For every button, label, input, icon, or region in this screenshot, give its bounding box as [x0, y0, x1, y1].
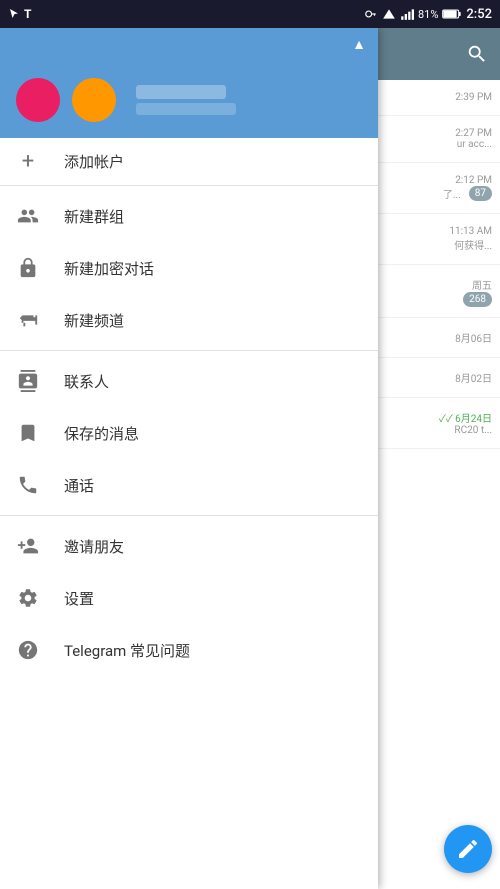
t-icon: T	[24, 7, 31, 21]
chat-time: 11:13 AM	[449, 226, 492, 237]
unread-badge: 268	[463, 292, 492, 307]
new-channel-label: 新建频道	[64, 310, 124, 331]
signal-icon	[382, 8, 396, 20]
chat-preview: 何获得...	[449, 237, 492, 252]
status-left: T	[8, 7, 31, 21]
unread-badge: 87	[469, 186, 492, 201]
contacts-icon	[16, 369, 40, 393]
drawer-menu: 新建群组 新建加密对话 新建频道	[0, 186, 378, 889]
menu-item-new-group[interactable]: 新建群组	[0, 190, 378, 242]
faq-label: Telegram 常见问题	[64, 640, 190, 661]
add-icon: +	[16, 150, 40, 174]
chat-preview: ur acc...	[455, 139, 492, 150]
account-phone	[136, 103, 236, 115]
add-account-label: 添加帐户	[64, 151, 124, 172]
add-account-item[interactable]: + 添加帐户	[0, 138, 378, 186]
chat-time: 8月02日	[455, 370, 492, 385]
account-avatar-1[interactable]	[16, 78, 60, 122]
saved-label: 保存的消息	[64, 423, 139, 444]
chat-preview: RC20 t...	[439, 425, 492, 436]
chat-time: 2:39 PM	[455, 92, 492, 103]
bookmark-icon	[16, 421, 40, 445]
compose-fab[interactable]	[444, 825, 492, 873]
accounts-list	[0, 70, 378, 130]
person-add-icon	[16, 534, 40, 558]
right-panel: 2:39 PM 2:27 PM ur acc... 2:12 PM 了... 8…	[375, 28, 500, 889]
accounts-toggle[interactable]: ▲	[352, 36, 366, 53]
chat-item[interactable]: 2:12 PM 了... 87	[375, 163, 500, 214]
new-group-label: 新建群组	[64, 206, 124, 227]
invite-label: 邀请朋友	[64, 536, 124, 557]
phone-icon	[16, 473, 40, 497]
chat-time: ✓✓ 6月24日	[439, 410, 492, 425]
chat-item[interactable]: 2:39 PM	[375, 80, 500, 116]
chat-time: 8月06日	[455, 330, 492, 345]
account-name	[136, 85, 226, 99]
chat-item[interactable]: ✓✓ 6月24日 RC20 t...	[375, 398, 500, 449]
chat-item[interactable]: 8月06日	[375, 318, 500, 358]
menu-divider-1	[0, 350, 378, 351]
menu-item-new-secret[interactable]: 新建加密对话	[0, 242, 378, 294]
lock-icon	[16, 256, 40, 280]
edit-icon	[456, 837, 480, 861]
menu-item-saved[interactable]: 保存的消息	[0, 407, 378, 459]
menu-divider-2	[0, 515, 378, 516]
time-display: 2:52	[466, 7, 492, 22]
settings-icon	[16, 586, 40, 610]
menu-item-contacts[interactable]: 联系人	[0, 355, 378, 407]
account-avatar-2[interactable]	[72, 78, 116, 122]
chat-preview: 了...	[443, 186, 461, 201]
chat-item[interactable]: 周五 268	[375, 265, 500, 318]
help-icon	[16, 638, 40, 662]
navigation-drawer: ▲ + 添加帐户 新建群组	[0, 28, 378, 889]
chat-item[interactable]: 8月02日	[375, 358, 500, 398]
key-icon	[364, 9, 378, 19]
menu-item-faq[interactable]: Telegram 常见问题	[0, 624, 378, 676]
menu-item-invite[interactable]: 邀请朋友	[0, 520, 378, 572]
battery-percent: 81%	[418, 8, 438, 21]
status-bar: T 81% 2:52	[0, 0, 500, 28]
group-icon	[16, 204, 40, 228]
chat-list: 2:39 PM 2:27 PM ur acc... 2:12 PM 了... 8…	[375, 80, 500, 889]
cursor-icon	[8, 8, 20, 20]
contacts-label: 联系人	[64, 371, 109, 392]
chat-time: 2:27 PM	[455, 128, 492, 139]
drawer-header: ▲	[0, 28, 378, 138]
new-secret-label: 新建加密对话	[64, 258, 154, 279]
calls-label: 通话	[64, 475, 94, 496]
status-right: 81% 2:52	[364, 7, 492, 22]
megaphone-icon	[16, 308, 40, 332]
menu-item-settings[interactable]: 设置	[0, 572, 378, 624]
menu-item-calls[interactable]: 通话	[0, 459, 378, 511]
search-icon[interactable]	[466, 43, 488, 65]
chat-time: 周五	[459, 277, 492, 292]
chat-list-header	[375, 28, 500, 80]
battery-icon	[442, 8, 462, 20]
network-icon	[400, 8, 414, 20]
settings-label: 设置	[64, 588, 94, 609]
menu-item-new-channel[interactable]: 新建频道	[0, 294, 378, 346]
chat-time: 2:12 PM	[443, 175, 492, 186]
chat-item[interactable]: 11:13 AM 何获得...	[375, 214, 500, 265]
chat-item[interactable]: 2:27 PM ur acc...	[375, 116, 500, 163]
